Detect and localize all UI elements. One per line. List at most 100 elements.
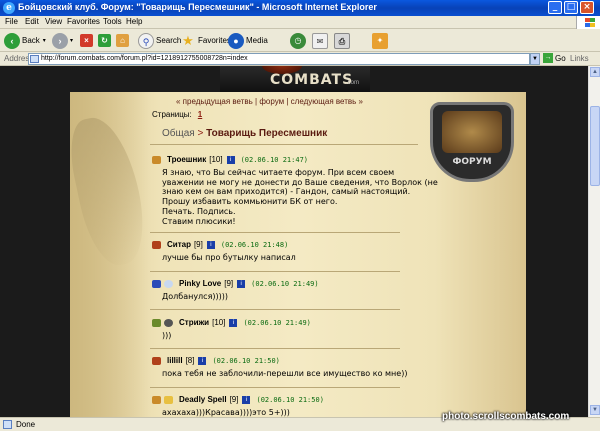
back-dropdown-icon[interactable]: ▾	[43, 37, 46, 44]
go-label: Go	[555, 53, 566, 63]
info-icon[interactable]: i	[198, 356, 207, 365]
info-icon[interactable]: i	[242, 395, 251, 404]
post-body: Я знаю, что Вы сейчас читаете форум. При…	[162, 168, 438, 226]
post-date: (02.06.10 21:49)	[251, 279, 319, 288]
thread-navigation[interactable]: « предыдущая ветвь | форум | следующая в…	[176, 97, 363, 106]
info-icon[interactable]: i	[226, 155, 235, 164]
forward-dropdown-icon[interactable]: ▾	[70, 37, 73, 44]
maximize-button[interactable]: □	[564, 1, 578, 14]
info-icon[interactable]: i	[237, 279, 246, 288]
home-button[interactable]: ⌂	[116, 32, 131, 49]
media-icon: ●	[228, 32, 244, 49]
history-icon: ◷	[290, 32, 306, 49]
post-level: [10]	[209, 155, 223, 164]
menu-edit[interactable]: Edit	[25, 17, 39, 26]
refresh-button[interactable]: ↻	[98, 32, 113, 49]
topic-title: Товарищь Пересмешник	[206, 128, 328, 139]
divider	[150, 232, 400, 233]
page-link-current[interactable]: 1	[198, 110, 202, 119]
favorites-button[interactable]: ★ Favorites	[180, 32, 231, 49]
mail-button[interactable]: ✉	[312, 32, 330, 49]
home-icon: ⌂	[116, 34, 129, 47]
site-logo[interactable]: COMBATS	[270, 72, 353, 88]
printer-icon: ⎙	[334, 32, 350, 49]
post-level: [10]	[212, 318, 226, 327]
site-logo-suffix: .com	[346, 80, 360, 86]
breadcrumb-root[interactable]: Общая	[162, 128, 195, 139]
window-title: Бойцовский клуб. Форум: "Товарищь Пересм…	[18, 2, 377, 12]
post-author[interactable]: lillill	[167, 356, 183, 365]
page-content: COMBATS .com ФОРУМ « предыдущая ветвь | …	[0, 66, 588, 417]
print-button[interactable]: ⎙	[334, 32, 352, 49]
forward-arrow-icon: ›	[52, 32, 68, 49]
status-text: Done	[16, 420, 36, 429]
post-header: Deadly Spell [9] i (02.06.10 21:50)	[152, 395, 324, 404]
divider	[150, 309, 400, 310]
links-button[interactable]: Links	[570, 54, 589, 63]
windows-flag-icon	[576, 16, 600, 29]
post-level: [9]	[224, 279, 234, 288]
messenger-icon: ✦	[372, 32, 388, 49]
address-input[interactable]: http://forum.combats.com/forum.pl?id=121…	[28, 53, 530, 65]
go-arrow-icon: →	[543, 53, 553, 63]
post-author[interactable]: Троешник	[167, 155, 206, 164]
go-button[interactable]: → Go	[543, 53, 566, 63]
history-button[interactable]: ◷	[290, 32, 308, 49]
post-level: [8]	[185, 356, 195, 365]
info-icon[interactable]: i	[206, 240, 215, 249]
post-author[interactable]: Pinky Love	[179, 279, 221, 288]
forum-shield-emblem[interactable]: ФОРУМ	[430, 102, 514, 182]
scroll-thumb[interactable]	[590, 106, 600, 186]
watermark: photo.scrollscombats.com	[442, 411, 570, 422]
media-label: Media	[246, 36, 268, 45]
forward-button[interactable]: › ▾	[52, 32, 73, 49]
menu-favorites[interactable]: Favorites	[67, 17, 100, 26]
align-icon	[164, 279, 173, 288]
post-author[interactable]: Стрижи	[179, 318, 209, 327]
clan-icon	[152, 240, 161, 249]
menu-tools[interactable]: Tools	[103, 17, 122, 26]
refresh-icon: ↻	[98, 34, 111, 47]
vertical-scrollbar[interactable]: ▲ ▼	[588, 66, 600, 417]
search-button[interactable]: ⚲ Search	[138, 32, 181, 49]
address-dropdown-icon[interactable]: ▼	[530, 53, 540, 65]
messenger-button[interactable]: ✦	[372, 32, 390, 49]
search-label: Search	[156, 36, 182, 45]
stop-button[interactable]: ×	[80, 32, 95, 49]
divider	[150, 144, 418, 145]
address-bar: Address http://forum.combats.com/forum.p…	[0, 52, 600, 66]
menu-view[interactable]: View	[45, 17, 62, 26]
rank-icon	[164, 395, 173, 404]
browser-window: e Бойцовский клуб. Форум: "Товарищь Пере…	[0, 0, 600, 431]
post-date: (02.06.10 21:48)	[220, 240, 289, 249]
scroll-down-icon[interactable]: ▼	[590, 405, 600, 415]
post-date: (02.06.10 21:49)	[243, 318, 311, 327]
minimize-button[interactable]: _	[548, 1, 562, 14]
scroll-up-icon[interactable]: ▲	[590, 67, 600, 77]
menu-bar: File Edit View Favorites Tools Help	[0, 16, 600, 29]
post-date: (02.06.10 21:50)	[256, 395, 324, 404]
post-author[interactable]: Ситар	[167, 240, 191, 249]
breadcrumb-separator: >	[194, 128, 207, 139]
media-button[interactable]: ● Media	[228, 32, 268, 49]
post-header: lillill [8] i (02.06.10 21:50)	[152, 356, 280, 365]
search-icon: ⚲	[138, 32, 154, 49]
clan-icon	[152, 279, 161, 288]
post-date: (02.06.10 21:47)	[240, 155, 309, 164]
post-date: (02.06.10 21:50)	[212, 356, 280, 365]
menu-help[interactable]: Help	[126, 17, 142, 26]
back-button[interactable]: ‹ Back ▾	[4, 32, 46, 49]
post-body: лучше бы про бутылку написал	[162, 253, 296, 262]
post-body: ахахаха)))Красава))))это 5+)))	[162, 408, 290, 417]
post-header: Pinky Love [9] i (02.06.10 21:49)	[152, 279, 319, 288]
back-arrow-icon: ‹	[4, 32, 20, 49]
post-body: Долбанулся)))))	[162, 292, 228, 301]
post-level: [9]	[229, 395, 239, 404]
post-header: Троешник [10] i (02.06.10 21:47)	[152, 155, 308, 164]
info-icon[interactable]: i	[229, 318, 238, 327]
page-icon	[30, 55, 39, 63]
post-author[interactable]: Deadly Spell	[179, 395, 227, 404]
menu-file[interactable]: File	[5, 17, 18, 26]
divider	[150, 348, 400, 349]
close-button[interactable]: ×	[580, 1, 594, 14]
